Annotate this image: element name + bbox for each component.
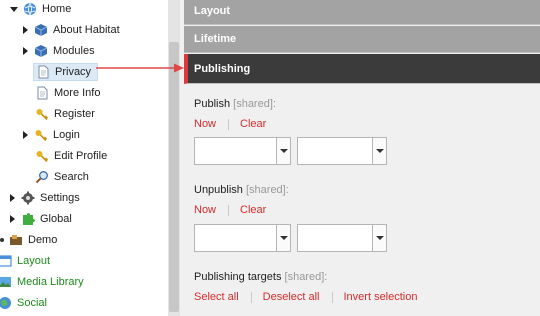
tree-item-label: Modules xyxy=(53,45,95,57)
tree-item-home[interactable]: Home xyxy=(10,0,71,18)
tree-item-label: More Info xyxy=(54,87,101,99)
tree-item-label: Edit Profile xyxy=(54,150,108,162)
dropdown-arrow-icon[interactable] xyxy=(276,138,290,164)
tree-item-label: Privacy xyxy=(55,66,92,78)
tree-item-label: Layout xyxy=(17,255,51,267)
publish-actions: Now Clear xyxy=(194,118,266,130)
section-title: Layout xyxy=(194,5,231,17)
tree-item-global[interactable]: Global xyxy=(10,210,72,228)
publishing-targets-label: Publishing targets [shared]: xyxy=(194,271,328,283)
expand-arrow-icon[interactable] xyxy=(10,194,15,202)
tree-item-edit-profile[interactable]: Edit Profile xyxy=(35,147,107,165)
collapse-arrow-icon[interactable] xyxy=(10,6,18,12)
tree-item-layout[interactable]: Layout xyxy=(0,252,50,270)
key-icon xyxy=(34,128,48,142)
section-header-layout[interactable]: Layout xyxy=(184,0,540,25)
home-globe-icon xyxy=(23,2,37,16)
tree-item-register[interactable]: Register xyxy=(35,105,95,123)
targets-actions: Select all Deselect all Invert selection xyxy=(194,291,417,303)
annotation-arrow xyxy=(96,63,184,73)
tree-item-search[interactable]: Search xyxy=(35,168,89,186)
cube-icon xyxy=(34,44,48,58)
link-divider xyxy=(228,204,230,216)
tree-item-label: Demo xyxy=(28,234,58,246)
section-header-publishing[interactable]: Publishing xyxy=(184,54,540,84)
gear-icon xyxy=(21,191,35,205)
tree-item-label: Social xyxy=(17,297,47,309)
link-divider xyxy=(331,291,333,303)
publish-now-link[interactable]: Now xyxy=(194,118,216,130)
key-icon xyxy=(35,149,49,163)
dropdown-arrow-icon[interactable] xyxy=(372,138,386,164)
shared-tag: [shared]: xyxy=(233,98,276,110)
link-divider xyxy=(228,118,230,130)
tree-item-privacy[interactable]: Privacy xyxy=(33,63,99,81)
tree-scrollbar[interactable] xyxy=(168,0,180,316)
tree-item-label: About Habitat xyxy=(53,24,120,36)
unpublish-time-select[interactable] xyxy=(297,224,387,252)
section-title: Lifetime xyxy=(194,33,237,45)
document-icon xyxy=(36,65,50,79)
publish-date-select[interactable] xyxy=(194,137,291,165)
tree-item-more-info[interactable]: More Info xyxy=(35,84,100,102)
unpublish-date-select[interactable] xyxy=(194,224,291,252)
tree-item-label: Search xyxy=(54,171,89,183)
demo-icon xyxy=(9,233,23,247)
document-icon xyxy=(35,86,49,100)
expand-arrow-icon[interactable] xyxy=(23,131,28,139)
social-icon xyxy=(0,296,12,310)
invert-selection-link[interactable]: Invert selection xyxy=(344,291,418,303)
link-divider xyxy=(250,291,252,303)
expand-arrow-icon[interactable] xyxy=(10,215,15,223)
layout-icon xyxy=(0,254,12,268)
expand-arrow-icon[interactable] xyxy=(23,47,28,55)
tree-item-modules[interactable]: Modules xyxy=(23,42,95,60)
publish-field-label: Publish [shared]: xyxy=(194,98,276,110)
dropdown-arrow-icon[interactable] xyxy=(372,225,386,251)
tree-item-label: Settings xyxy=(40,192,80,204)
puzzle-icon xyxy=(21,212,35,226)
select-all-link[interactable]: Select all xyxy=(194,291,239,303)
section-header-lifetime[interactable]: Lifetime xyxy=(184,26,540,53)
tree-item-settings[interactable]: Settings xyxy=(10,189,80,207)
tree-item-demo[interactable]: Demo xyxy=(9,231,57,249)
key-icon xyxy=(35,107,49,121)
dropdown-arrow-icon[interactable] xyxy=(276,225,290,251)
tree-item-media-library[interactable]: Media Library xyxy=(0,273,84,291)
media-icon xyxy=(0,275,12,289)
tree-item-label: Media Library xyxy=(17,276,84,288)
unpublish-now-link[interactable]: Now xyxy=(194,204,216,216)
tree-item-about-habitat[interactable]: About Habitat xyxy=(23,21,120,39)
unpublish-clear-link[interactable]: Clear xyxy=(240,204,266,216)
section-title: Publishing xyxy=(194,62,251,75)
tree-item-social[interactable]: Social xyxy=(0,294,47,312)
unpublish-field-label: Unpublish [shared]: xyxy=(194,184,289,196)
tree-item-label: Register xyxy=(54,108,95,120)
shared-tag: [shared]: xyxy=(284,271,328,283)
cube-icon xyxy=(34,23,48,37)
scrollbar-thumb[interactable] xyxy=(169,42,179,312)
tree-item-login[interactable]: Login xyxy=(23,126,80,144)
deselect-all-link[interactable]: Deselect all xyxy=(263,291,320,303)
tree-item-label: Login xyxy=(53,129,80,141)
content-tree: Home About Habitat Modules Privacy More … xyxy=(0,0,168,316)
tree-item-label: Home xyxy=(42,3,72,15)
publish-time-select[interactable] xyxy=(297,137,387,165)
unpublish-actions: Now Clear xyxy=(194,204,266,216)
tree-item-label: Global xyxy=(40,213,72,225)
tree-connector-dot xyxy=(0,238,4,242)
shared-tag: [shared]: xyxy=(245,184,289,196)
expand-arrow-icon[interactable] xyxy=(23,26,28,34)
magnifier-icon xyxy=(35,170,49,184)
content-editor-panel: Layout Lifetime Publishing Publish [shar… xyxy=(180,0,540,316)
publish-clear-link[interactable]: Clear xyxy=(240,118,266,130)
